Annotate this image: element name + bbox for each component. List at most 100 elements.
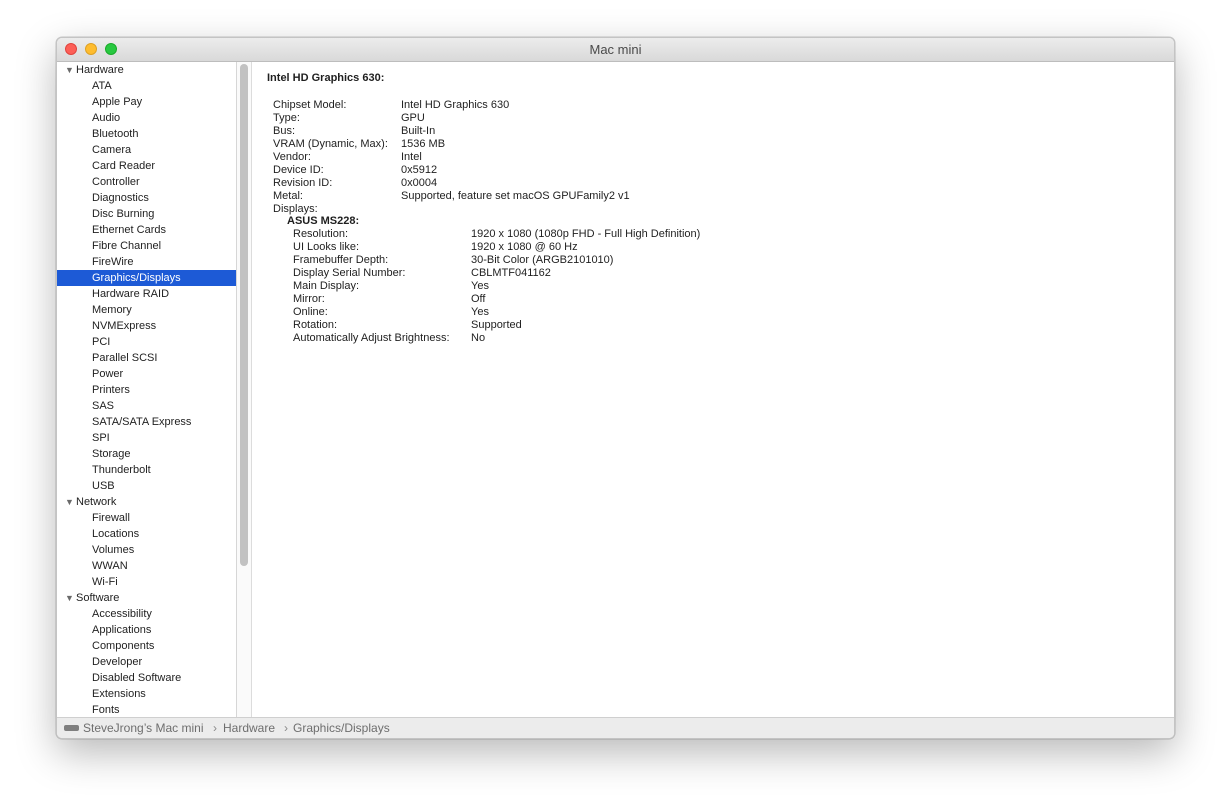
sidebar-item-card-reader[interactable]: Card Reader	[57, 158, 236, 174]
sidebar-item-nvmexpress[interactable]: NVMExpress	[57, 318, 236, 334]
detail-value: Yes	[471, 280, 489, 292]
sidebar-group-label: Network	[76, 496, 117, 508]
sidebar-item-wi-fi[interactable]: Wi-Fi	[57, 574, 236, 590]
sidebar-item-power[interactable]: Power	[57, 366, 236, 382]
sidebar-item-locations[interactable]: Locations	[57, 526, 236, 542]
sidebar-item-controller[interactable]: Controller	[57, 174, 236, 190]
detail-value: 1920 x 1080 @ 60 Hz	[471, 241, 578, 253]
sidebar-item-sata-sata-express[interactable]: SATA/SATA Express	[57, 414, 236, 430]
disclosure-triangle-icon[interactable]: ▼	[65, 62, 74, 78]
sidebar-item-label: USB	[92, 480, 115, 492]
path-bar: SteveJrong’s Mac mini › Hardware › Graphics/…	[57, 717, 1174, 738]
disclosure-triangle-icon[interactable]: ▼	[65, 590, 74, 606]
system-information-window: Mac mini ▼ Hardware ATA Apple Pay Audio Bluet…	[56, 37, 1175, 739]
sidebar-item-spi[interactable]: SPI	[57, 430, 236, 446]
sidebar-item-label: WWAN	[92, 560, 128, 572]
sidebar-item-hardware-raid[interactable]: Hardware RAID	[57, 286, 236, 302]
detail-value: 0x0004	[401, 177, 438, 189]
title-bar[interactable]: Mac mini	[57, 38, 1174, 62]
sidebar-item-ethernet-cards[interactable]: Ethernet Cards	[57, 222, 236, 238]
window-title: Mac mini	[589, 42, 642, 57]
sidebar-item-audio[interactable]: Audio	[57, 110, 236, 126]
sidebar-item-label: Graphics/Displays	[92, 272, 181, 284]
sidebar-item-pci[interactable]: PCI	[57, 334, 236, 350]
sidebar-item-label: Parallel SCSI	[92, 352, 158, 364]
breadcrumb-graphics-displays[interactable]: Graphics/Displays	[293, 718, 390, 738]
sidebar-item-label: Ethernet Cards	[92, 224, 166, 236]
sidebar-item-label: Disabled Software	[92, 672, 182, 684]
sidebar-item-label: Bluetooth	[92, 128, 139, 140]
detail-value: Supported	[471, 319, 522, 331]
mac-mini-icon	[64, 725, 79, 731]
sidebar-item-apple-pay[interactable]: Apple Pay	[57, 94, 236, 110]
sidebar-item-developer[interactable]: Developer	[57, 654, 236, 670]
sidebar-item-parallel-scsi[interactable]: Parallel SCSI	[57, 350, 236, 366]
sidebar-item-label: SATA/SATA Express	[92, 416, 192, 428]
sidebar-item-bluetooth[interactable]: Bluetooth	[57, 126, 236, 142]
detail-value: Supported, feature set macOS GPUFamily2 …	[401, 190, 630, 202]
detail-key: Display Serial Number:	[293, 267, 406, 279]
sidebar-item-firewall[interactable]: Firewall	[57, 510, 236, 526]
detail-key: Displays:	[273, 203, 318, 215]
sidebar-item-label: Wi-Fi	[92, 576, 118, 588]
detail-key: Framebuffer Depth:	[293, 254, 389, 266]
detail-value: CBLMTF041162	[471, 267, 551, 279]
sidebar-item-storage[interactable]: Storage	[57, 446, 236, 462]
sidebar-item-fonts[interactable]: Fonts	[57, 702, 236, 717]
detail-key: Type:	[273, 112, 300, 124]
breadcrumb-stevejrong-s-mac-mini[interactable]: SteveJrong’s Mac mini	[83, 718, 204, 738]
sidebar-item-sas[interactable]: SAS	[57, 398, 236, 414]
scrollbar-thumb[interactable]	[240, 64, 248, 566]
detail-value: No	[471, 332, 486, 344]
sidebar-item-label: PCI	[92, 336, 111, 348]
sidebar-item-disabled-software[interactable]: Disabled Software	[57, 670, 236, 686]
sidebar-item-label: Camera	[92, 144, 132, 156]
sidebar-item-label: Applications	[92, 624, 152, 636]
sidebar-item-extensions[interactable]: Extensions	[57, 686, 236, 702]
sidebar-item-label: Extensions	[92, 688, 146, 700]
sidebar-item-label: Controller	[92, 176, 140, 188]
sidebar-item-label: Components	[92, 640, 155, 652]
sidebar-item-label: Apple Pay	[92, 96, 143, 108]
sidebar-item-ata[interactable]: ATA	[57, 78, 236, 94]
detail-key: Bus:	[273, 125, 296, 137]
sidebar-item-applications[interactable]: Applications	[57, 622, 236, 638]
sidebar-scrollbar[interactable]	[237, 62, 252, 717]
sidebar-item-label: FireWire	[92, 256, 134, 268]
sidebar-item-components[interactable]: Components	[57, 638, 236, 654]
sidebar-item-label: Firewall	[92, 512, 130, 524]
sidebar-group-label: Software	[76, 592, 120, 604]
detail-value: Off	[471, 293, 486, 305]
detail-key: Main Display:	[293, 280, 360, 292]
breadcrumb-separator-icon: ›	[284, 721, 288, 735]
detail-key: Vendor:	[273, 151, 311, 163]
disclosure-triangle-icon[interactable]: ▼	[65, 494, 74, 510]
sidebar-item-label: NVMExpress	[92, 320, 157, 332]
sidebar-item-disc-burning[interactable]: Disc Burning	[57, 206, 236, 222]
detail-key: Resolution:	[293, 228, 349, 240]
detail-value: GPU	[401, 112, 425, 124]
detail-key: Online:	[293, 306, 328, 318]
sidebar-item-memory[interactable]: Memory	[57, 302, 236, 318]
sidebar-item-label: Hardware RAID	[92, 288, 170, 300]
device-heading: Intel HD Graphics 630:	[267, 72, 385, 84]
sidebar-item-label: Power	[92, 368, 124, 380]
sidebar-item-printers[interactable]: Printers	[57, 382, 236, 398]
sidebar-item-volumes[interactable]: Volumes	[57, 542, 236, 558]
sidebar-item-camera[interactable]: Camera	[57, 142, 236, 158]
sidebar-item-accessibility[interactable]: Accessibility	[57, 606, 236, 622]
detail-value: 30-Bit Color (ARGB2101010)	[471, 254, 614, 266]
sidebar-item-label: Printers	[92, 384, 130, 396]
sidebar-item-thunderbolt[interactable]: Thunderbolt	[57, 462, 236, 478]
detail-key: Chipset Model:	[273, 99, 347, 111]
detail-key: Metal:	[273, 190, 303, 202]
sidebar-item-graphics-displays[interactable]: Graphics/Displays	[57, 270, 236, 286]
display-heading: ASUS MS228:	[287, 215, 360, 227]
breadcrumb-hardware[interactable]: Hardware	[223, 718, 275, 738]
sidebar-item-fibre-channel[interactable]: Fibre Channel	[57, 238, 236, 254]
sidebar-item-firewire[interactable]: FireWire	[57, 254, 236, 270]
sidebar-item-usb[interactable]: USB	[57, 478, 236, 494]
sidebar-item-wwan[interactable]: WWAN	[57, 558, 236, 574]
sidebar-item-label: Audio	[92, 112, 121, 124]
sidebar-item-diagnostics[interactable]: Diagnostics	[57, 190, 236, 206]
